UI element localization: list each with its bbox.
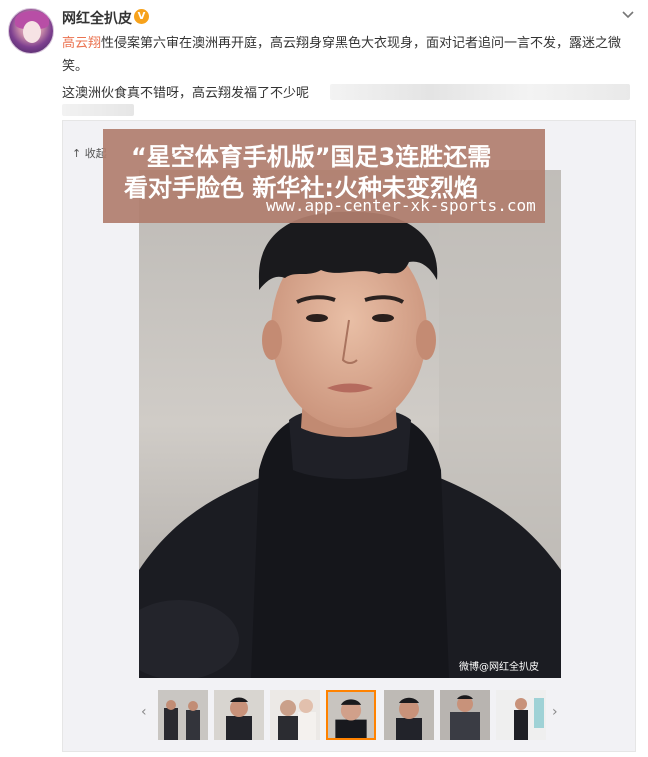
thumbnail-active[interactable] — [326, 690, 376, 740]
avatar[interactable] — [8, 8, 54, 54]
post-body: 性侵案第六审在澳洲再开庭，高云翔身穿黑色大衣现身，面对记者追问一言不发，露迷之微… — [62, 36, 622, 74]
post-text: 高云翔性侵案第六审在澳洲再开庭，高云翔身穿黑色大衣现身，面对记者追问一言不发，露… — [62, 32, 636, 78]
thumbnail[interactable] — [496, 690, 546, 740]
arrow-up-icon: ↑ — [72, 147, 85, 160]
collapse-button[interactable]: ↑ 收起 — [72, 145, 107, 161]
verified-badge-icon: V — [134, 9, 149, 24]
avatar-face — [23, 21, 41, 43]
chevron-down-icon[interactable] — [620, 6, 636, 22]
portrait-image — [139, 170, 561, 678]
thumbnail[interactable] — [384, 690, 434, 740]
blurred-text — [330, 84, 630, 100]
thumbnail[interactable] — [214, 690, 264, 740]
weibo-post: 网红全扒皮 V 高云翔性侵案第六审在澳洲再开庭，高云翔身穿黑色大衣现身，面对记者… — [0, 0, 648, 757]
chevron-left-icon[interactable]: ‹ — [141, 704, 147, 720]
thumbnail[interactable] — [270, 690, 320, 740]
watermark-text: 微博@网红全扒皮 — [459, 662, 539, 673]
chevron-right-icon[interactable]: › — [552, 704, 558, 720]
username[interactable]: 网红全扒皮 — [62, 8, 132, 28]
mention-link[interactable]: 高云翔 — [62, 36, 101, 51]
thumbnail[interactable] — [440, 690, 490, 740]
thumbnail[interactable] — [158, 690, 208, 740]
overlay-url[interactable]: www.app-center-xk-sports.com — [266, 196, 536, 215]
overlay-headline-1: “星空体育手机版”国足3连胜还需 — [131, 143, 492, 171]
post-second-line: 这澳洲伙食真不错呀，高云翔发福了不少呢 — [62, 86, 310, 101]
blurred-text — [62, 104, 134, 116]
post-photo[interactable] — [139, 170, 561, 678]
